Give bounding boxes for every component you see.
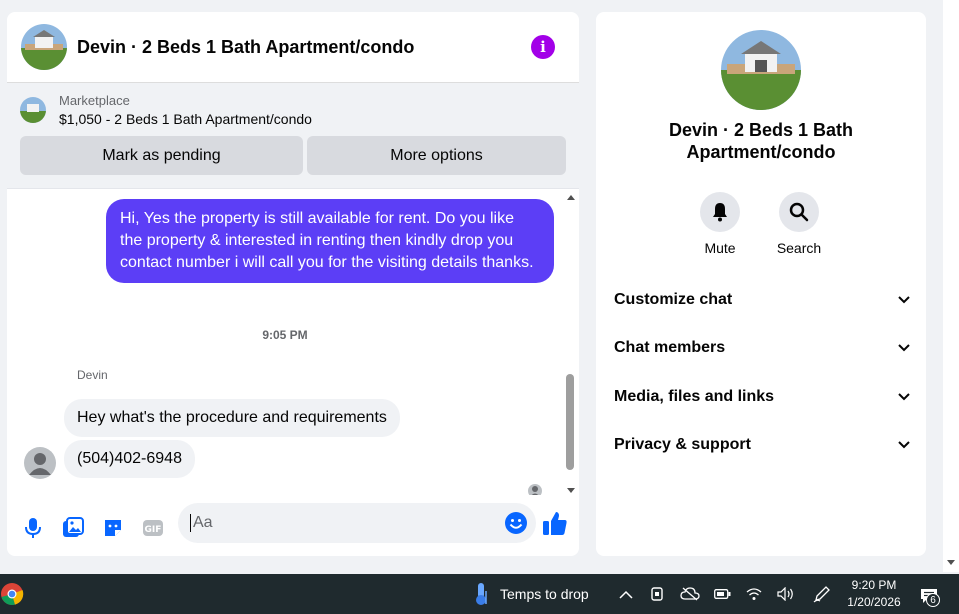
sender-name: Devin [77,368,108,382]
gif-icon[interactable]: GIF [141,516,165,540]
message-input[interactable] [190,514,490,532]
chat-header: Devin · 2 Beds 1 Bath Apartment/condo i [7,12,579,83]
sender-avatar[interactable] [24,447,56,479]
composer: GIF [7,500,579,556]
notification-badge: 6 [926,593,940,607]
battery-icon[interactable] [713,586,731,602]
speaker-icon[interactable] [776,585,796,603]
pen-icon[interactable] [812,584,832,604]
chevron-down-icon [898,393,910,401]
search-icon [789,202,809,222]
chevron-down-icon [898,296,910,304]
chrome-icon[interactable] [0,582,24,606]
message-list: Hi, Yes the property is still available … [7,190,579,495]
taskbar: Temps to drop 9:20 PM 1/20/2026 6 [0,574,959,614]
clock[interactable]: 9:20 PM 1/20/2026 [840,577,908,611]
wifi-icon[interactable] [745,585,763,603]
mute-label: Mute [704,240,736,256]
microphone-icon[interactable] [21,516,45,540]
clock-time: 9:20 PM [851,578,897,592]
chevron-down-icon [898,441,910,449]
chat-panel: Devin · 2 Beds 1 Bath Apartment/condo i … [7,12,579,556]
info-icon[interactable]: i [531,35,555,59]
scroll-thumb[interactable] [566,374,574,470]
incoming-message[interactable]: (504)402-6948 [64,440,195,478]
incoming-message[interactable]: Hey what's the procedure and requirement… [64,399,400,437]
mark-as-pending-button[interactable]: Mark as pending [20,136,303,175]
thumbs-up-icon[interactable] [541,509,569,537]
section-media-files-links[interactable]: Media, files and links [614,385,910,409]
message-scrollbar[interactable] [563,190,579,495]
search-label: Search [776,240,822,256]
page-scroll-down-icon[interactable] [947,560,955,565]
weather-text[interactable]: Temps to drop [500,586,589,602]
clock-date: 1/20/2026 [847,595,901,609]
listing-thumbnail[interactable] [20,97,46,123]
section-chat-members[interactable]: Chat members [614,336,910,360]
marketplace-banner: Marketplace $1,050 - 2 Beds 1 Bath Apart… [7,83,579,189]
marketplace-label: Marketplace [59,93,130,108]
message-input-container [178,503,536,543]
emoji-icon[interactable] [504,511,528,535]
page-scrollbar[interactable] [943,0,959,572]
section-customize-chat[interactable]: Customize chat [614,288,910,312]
profile-avatar[interactable] [721,30,801,110]
scroll-up-icon[interactable] [567,195,575,200]
scroll-down-icon[interactable] [567,488,575,493]
listing-avatar[interactable] [21,24,67,70]
search-button[interactable]: Search [769,192,829,256]
chevron-up-icon[interactable] [618,586,634,602]
mute-button[interactable]: Mute [690,192,750,256]
conversation-details-panel: Devin · 2 Beds 1 Bath Apartment/condo Mu… [596,12,926,556]
bell-icon [713,203,727,222]
chevron-down-icon [898,344,910,352]
section-privacy-support[interactable]: Privacy & support [614,433,910,457]
thermometer-icon[interactable] [470,582,492,606]
message-timestamp: 9:05 PM [262,328,308,342]
sticker-icon[interactable] [101,516,125,540]
photo-icon[interactable] [61,516,85,540]
profile-title: Devin · 2 Beds 1 Bath Apartment/condo [668,120,854,162]
meet-icon[interactable] [650,585,666,603]
chat-title[interactable]: Devin · 2 Beds 1 Bath Apartment/condo [77,37,531,58]
outgoing-message[interactable]: Hi, Yes the property is still available … [106,199,554,283]
seen-indicator [528,484,542,495]
svg-text:GIF: GIF [145,525,162,535]
notification-center-icon[interactable]: 6 [917,584,941,608]
listing-price[interactable]: $1,050 - 2 Beds 1 Bath Apartment/condo [59,111,312,127]
cloud-off-icon[interactable] [680,585,700,603]
more-options-button[interactable]: More options [307,136,566,175]
